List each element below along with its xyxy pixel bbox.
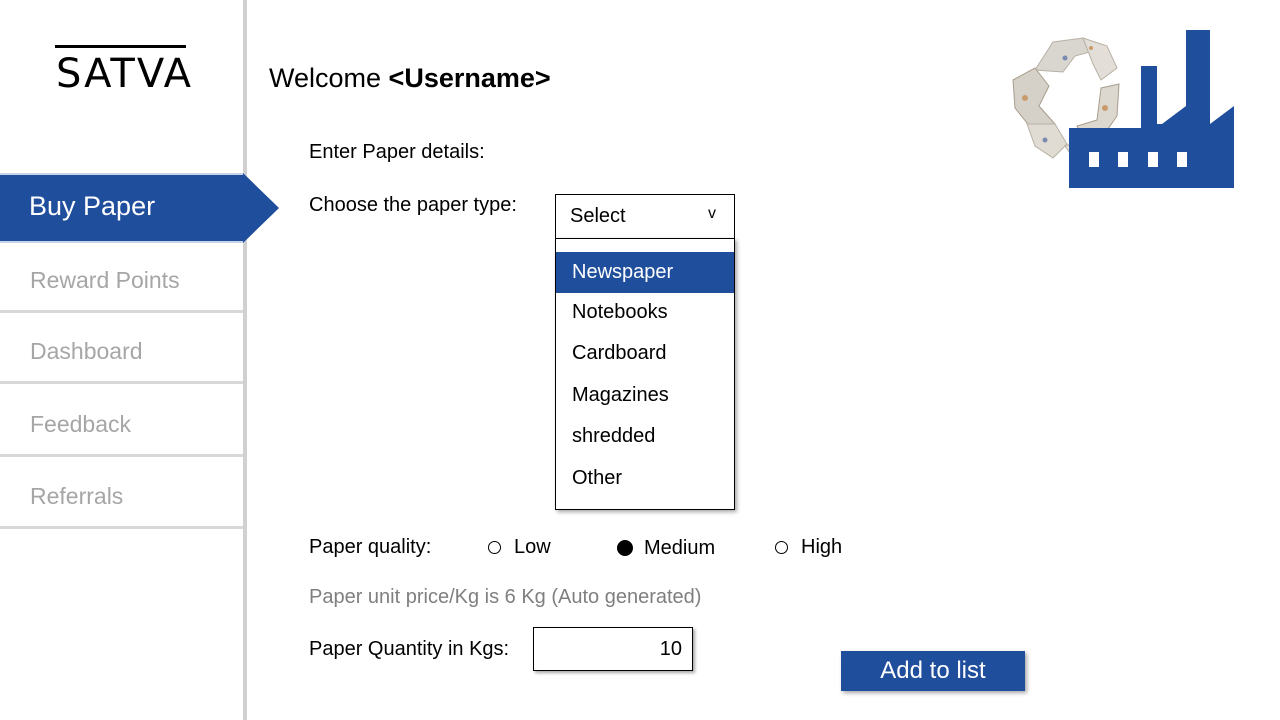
- logo-bar: [55, 45, 186, 48]
- quality-medium-radio[interactable]: [617, 540, 633, 556]
- dropdown-option-other[interactable]: Other: [556, 458, 734, 499]
- sidebar-item-referrals[interactable]: Referrals: [0, 461, 243, 529]
- sidebar-item-label: Buy Paper: [29, 191, 156, 221]
- paper-type-select[interactable]: Select v: [555, 194, 735, 239]
- paper-type-dropdown: Newspaper Notebooks Cardboard Magazines …: [555, 238, 735, 510]
- dropdown-option-shredded[interactable]: shredded: [556, 416, 734, 457]
- quantity-label: Paper Quantity in Kgs:: [309, 638, 510, 660]
- sidebar-item-feedback[interactable]: Feedback: [0, 389, 243, 457]
- sidebar-item-label: Feedback: [30, 411, 132, 437]
- paper-quality-label: Paper quality:: [309, 536, 432, 558]
- quantity-input[interactable]: 10: [533, 627, 693, 671]
- quality-low-label: Low: [514, 536, 551, 558]
- quality-low-radio[interactable]: [488, 541, 501, 554]
- chevron-down-icon: v: [708, 205, 716, 222]
- quality-high-radio[interactable]: [775, 541, 788, 554]
- quantity-value: 10: [659, 638, 682, 660]
- quality-high-label: High: [801, 536, 843, 558]
- dropdown-option-cardboard[interactable]: Cardboard: [556, 333, 734, 374]
- logo-text: SATVA: [56, 51, 193, 97]
- select-value: Select: [570, 205, 626, 227]
- unit-price-text: Paper unit price/Kg is 6 Kg (Auto genera…: [309, 586, 702, 608]
- dropdown-option-newspaper[interactable]: Newspaper: [556, 252, 734, 293]
- brand-logo: SATVA: [55, 45, 193, 97]
- form-intro: Enter Paper details:: [309, 141, 485, 163]
- sidebar-item-label: Reward Points: [30, 267, 180, 293]
- sidebar-item-reward-points[interactable]: Reward Points: [0, 245, 243, 313]
- active-nav-arrow: [243, 173, 279, 243]
- recycling-factory-icon: [1012, 30, 1234, 188]
- sidebar-item-buy-paper[interactable]: Buy Paper: [0, 173, 245, 243]
- dropdown-option-magazines[interactable]: Magazines: [556, 375, 734, 416]
- username: <Username>: [388, 63, 551, 93]
- sidebar-item-dashboard[interactable]: Dashboard: [0, 316, 243, 384]
- add-to-list-button[interactable]: Add to list: [841, 651, 1025, 691]
- sidebar-item-label: Referrals: [30, 483, 124, 509]
- sidebar-divider: [243, 0, 247, 720]
- welcome-text: Welcome: [269, 63, 389, 93]
- sidebar-item-label: Dashboard: [30, 338, 143, 364]
- dropdown-option-notebooks[interactable]: Notebooks: [556, 292, 734, 333]
- quality-medium-label: Medium: [644, 537, 716, 559]
- page-title: Welcome <Username>: [269, 63, 551, 94]
- paper-type-label: Choose the paper type:: [309, 194, 517, 216]
